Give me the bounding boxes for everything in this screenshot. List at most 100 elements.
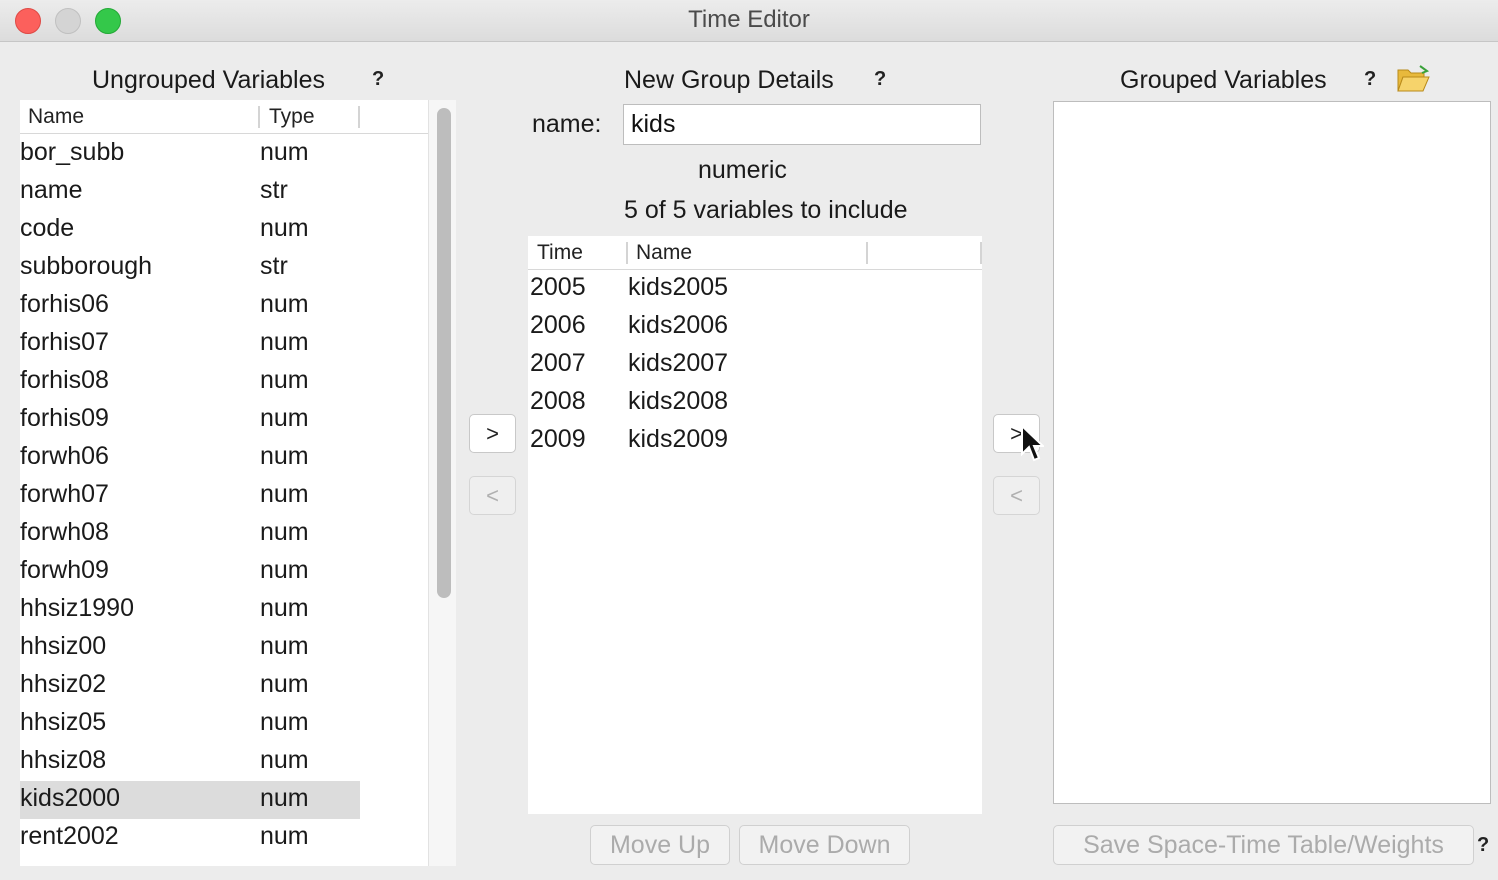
group-name-input[interactable] — [623, 104, 981, 145]
variable-name: kids2009 — [628, 425, 729, 453]
variable-name: subborough — [20, 252, 153, 280]
move-down-button[interactable]: Move Down — [739, 825, 910, 865]
variable-type: num — [260, 746, 309, 774]
variable-type: num — [260, 366, 309, 394]
table-row[interactable]: forhis09 num — [20, 401, 360, 439]
column-separator — [980, 242, 982, 264]
table-row[interactable]: 2006 kids2006 — [528, 308, 982, 346]
ungrouped-variables-list[interactable]: Name Type bor_subb num name str code num subbo… — [20, 100, 456, 866]
table-row[interactable]: forhis06 num — [20, 287, 360, 325]
save-space-time-button[interactable]: Save Space-Time Table/Weights — [1053, 825, 1474, 865]
table-row[interactable]: rent2002 num — [20, 819, 360, 857]
grouped-variables-list[interactable] — [1053, 101, 1491, 804]
variable-name: forhis07 — [20, 328, 109, 356]
variable-name: kids2008 — [628, 387, 729, 415]
table-row[interactable]: 2007 kids2007 — [528, 346, 982, 384]
variable-name: forwh09 — [20, 556, 109, 584]
variable-type: num — [260, 480, 309, 508]
variable-name: kids2006 — [628, 311, 729, 339]
column-header-time[interactable]: Time — [537, 241, 583, 265]
group-list-header: Time Name — [528, 236, 982, 270]
ungrouped-variables-title: Ungrouped Variables — [92, 66, 326, 94]
table-row[interactable]: hhsiz1990 num — [20, 591, 360, 629]
variable-type: str — [260, 252, 288, 280]
variable-name: code — [20, 214, 75, 242]
column-header-name[interactable]: Name — [28, 105, 84, 129]
variable-name: forhis08 — [20, 366, 109, 394]
variable-name: hhsiz05 — [20, 708, 107, 736]
remove-from-group-button[interactable]: < — [469, 476, 516, 515]
grouped-help-button[interactable]: ? — [1364, 68, 1376, 91]
column-separator — [866, 242, 868, 264]
table-row[interactable]: hhsiz00 num — [20, 629, 360, 667]
table-row[interactable]: subborough str — [20, 249, 360, 287]
table-row[interactable]: forwh07 num — [20, 477, 360, 515]
group-variables-list[interactable]: Time Name 2005 kids2005 2006 kids2006 2007 ki… — [528, 236, 982, 814]
table-row[interactable]: hhsiz08 num — [20, 743, 360, 781]
table-row[interactable]: bor_subb num — [20, 135, 360, 173]
mouse-cursor-icon — [1021, 424, 1044, 462]
variable-type: num — [260, 518, 309, 546]
table-row[interactable]: hhsiz02 num — [20, 667, 360, 705]
save-help-button[interactable]: ? — [1477, 834, 1489, 857]
variable-name: forwh06 — [20, 442, 109, 470]
variable-name: bor_subb — [20, 138, 125, 166]
variable-type: num — [260, 214, 309, 242]
title-bar: Time Editor — [0, 0, 1498, 42]
time-value: 2006 — [530, 311, 586, 339]
scrollbar-thumb[interactable] — [437, 108, 451, 598]
variable-type: num — [260, 708, 309, 736]
variable-name: kids2005 — [628, 273, 729, 301]
variable-type: num — [260, 632, 309, 660]
column-header-type[interactable]: Type — [269, 105, 315, 129]
group-name-label: name: — [532, 110, 602, 138]
variable-type: num — [260, 556, 309, 584]
table-row[interactable]: kids2000 num — [20, 781, 360, 819]
folder-open-icon[interactable] — [1396, 64, 1430, 94]
variable-name: name — [20, 176, 83, 204]
variable-type: num — [260, 290, 309, 318]
variable-name: forwh08 — [20, 518, 109, 546]
variable-name: forhis09 — [20, 404, 109, 432]
variable-name: kids2007 — [628, 349, 729, 377]
ungrouped-scrollbar[interactable] — [428, 100, 456, 866]
table-row[interactable]: hhsiz05 num — [20, 705, 360, 743]
table-row[interactable]: name str — [20, 173, 360, 211]
table-row[interactable]: 2005 kids2005 — [528, 270, 982, 308]
column-separator — [258, 106, 260, 128]
table-row[interactable]: code num — [20, 211, 360, 249]
variable-type: num — [260, 328, 309, 356]
ungrouped-list-header: Name Type — [20, 100, 456, 134]
table-row[interactable]: 2008 kids2008 — [528, 384, 982, 422]
include-count-text: 5 of 5 variables to include — [624, 196, 908, 224]
column-header-name[interactable]: Name — [636, 241, 692, 265]
time-value: 2007 — [530, 349, 586, 377]
variable-type: num — [260, 784, 309, 812]
variable-name: hhsiz00 — [20, 632, 107, 660]
table-row[interactable]: 2009 kids2009 — [528, 422, 982, 460]
table-row[interactable]: forwh09 num — [20, 553, 360, 591]
variable-name: hhsiz02 — [20, 670, 107, 698]
variable-type: num — [260, 822, 309, 850]
ungroup-button[interactable]: < — [993, 476, 1040, 515]
variable-name: kids2000 — [20, 784, 121, 812]
variable-type: num — [260, 670, 309, 698]
move-up-button[interactable]: Move Up — [590, 825, 730, 865]
column-separator — [358, 106, 360, 128]
variable-type: num — [260, 404, 309, 432]
add-to-group-button[interactable]: > — [469, 414, 516, 453]
variable-name: forhis06 — [20, 290, 109, 318]
variable-name: forwh07 — [20, 480, 109, 508]
table-row[interactable]: forwh08 num — [20, 515, 360, 553]
ungrouped-help-button[interactable]: ? — [372, 68, 384, 91]
variable-name: hhsiz1990 — [20, 594, 134, 622]
time-value: 2008 — [530, 387, 586, 415]
time-value: 2005 — [530, 273, 586, 301]
variable-type: str — [260, 176, 288, 204]
variable-type: num — [260, 138, 309, 166]
column-separator — [626, 242, 628, 264]
table-row[interactable]: forhis08 num — [20, 363, 360, 401]
table-row[interactable]: forhis07 num — [20, 325, 360, 363]
table-row[interactable]: forwh06 num — [20, 439, 360, 477]
new-group-help-button[interactable]: ? — [874, 68, 886, 91]
